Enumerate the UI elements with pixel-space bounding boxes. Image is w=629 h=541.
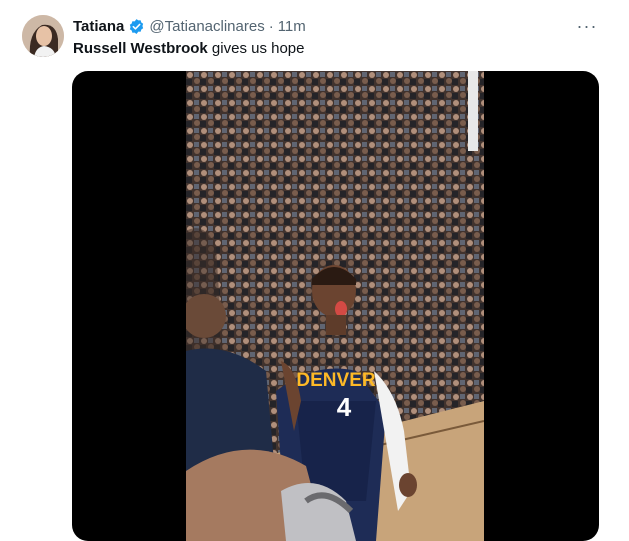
video-player[interactable]: DENVER 4	[72, 71, 599, 541]
tweet-timestamp[interactable]: 11m	[278, 18, 306, 35]
more-options-button[interactable]: ···	[575, 14, 599, 38]
tweet-header: Tatiana @Tatianaclinares · 11m	[73, 16, 306, 36]
tweet-text-strong: Russell Westbrook	[73, 40, 208, 57]
tweet-text-rest: gives us hope	[207, 40, 305, 57]
video-still: DENVER 4	[186, 71, 484, 541]
meta-separator: ·	[268, 17, 274, 35]
more-horizontal-icon: ···	[576, 15, 598, 36]
video-frame[interactable]: DENVER 4	[186, 71, 484, 541]
jersey-text: DENVER	[296, 370, 375, 391]
avatar[interactable]	[22, 15, 64, 57]
display-name[interactable]: Tatiana	[73, 18, 124, 35]
verified-badge-icon	[128, 18, 145, 35]
user-handle[interactable]: @Tatianaclinares	[149, 18, 264, 35]
tweet-card[interactable]: Tatiana @Tatianaclinares · 11m ··· Russe…	[0, 0, 629, 541]
tweet-text: Russell Westbrook gives us hope	[73, 40, 305, 57]
avatar-image	[22, 15, 64, 57]
jersey-number: 4	[337, 392, 352, 422]
